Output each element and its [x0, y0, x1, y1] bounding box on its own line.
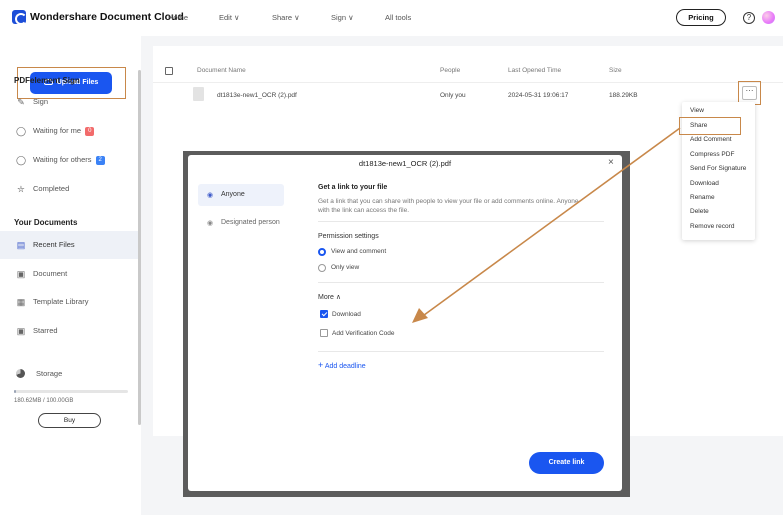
count-badge: 0 — [85, 127, 95, 136]
recent-files-icon: ▤ — [16, 240, 26, 250]
sidebar-item-label: Completed — [33, 184, 70, 193]
sidebar-item-waiting-for-me[interactable]: ◯ Waiting for me 0 — [0, 117, 138, 145]
file-size: 188.29KB — [609, 92, 638, 99]
sidebar-item-starred[interactable]: ▣ Starred — [0, 317, 138, 345]
sidebar-item-label: Document — [33, 269, 68, 278]
people-icon: ◯ — [16, 155, 27, 165]
sidebar-item-label: Starred — [33, 326, 58, 335]
buy-button[interactable]: Buy — [38, 413, 101, 428]
add-deadline-button[interactable]: + Add deadline — [318, 360, 366, 370]
verification-code-checkbox[interactable] — [320, 329, 328, 337]
pen-icon: ✎ — [17, 97, 25, 107]
tab-designated-person[interactable]: ◉ Designated person — [198, 212, 284, 234]
sidebar-item-sign[interactable]: ✎ Sign — [0, 88, 138, 116]
nav-edit[interactable]: Edit ∨ — [219, 13, 240, 22]
permission-heading: Permission settings — [318, 233, 379, 240]
sidebar-item-waiting-for-others[interactable]: ◯ Waiting for others 2 — [0, 146, 138, 174]
column-header-opened: Last Opened Time — [508, 67, 562, 74]
column-header-name: Document Name — [197, 67, 246, 74]
divider — [318, 221, 604, 222]
sign-section-title: PDFelement Sign — [14, 76, 80, 85]
link-heading: Get a link to your file — [318, 184, 388, 191]
menu-item-download[interactable]: Download — [690, 180, 719, 187]
divider — [318, 351, 604, 352]
sidebar-item-label: Recent Files — [33, 240, 75, 249]
close-icon[interactable]: × — [608, 157, 614, 168]
person-icon: ◉ — [207, 220, 214, 227]
radio-view-and-comment[interactable] — [318, 248, 326, 256]
download-checkbox[interactable] — [320, 310, 328, 318]
sidebar-item-template-library[interactable]: ▦ Template Library — [0, 288, 138, 316]
checkbox-label: Add Verification Code — [332, 330, 395, 337]
dialog-title: dt1813e-new1_OCR (2).pdf — [358, 159, 452, 168]
group-icon: ◉ — [207, 192, 214, 199]
nav-home[interactable]: Home — [168, 13, 188, 22]
pricing-button[interactable]: Pricing — [676, 9, 726, 26]
menu-item-send-signature[interactable]: Send For Signature — [690, 165, 746, 172]
sidebar-item-label: Sign — [33, 97, 49, 106]
template-icon: ▦ — [16, 297, 26, 307]
column-header-people: People — [440, 67, 461, 74]
pdf-file-icon — [193, 87, 204, 101]
shield-icon: ⛦ — [17, 184, 25, 194]
menu-item-delete[interactable]: Delete — [690, 208, 709, 215]
link-description: Get a link that you can share with peopl… — [318, 198, 579, 214]
docs-section-title: Your Documents — [14, 218, 78, 227]
radio-label: View and comment — [331, 248, 387, 255]
top-bar: Wondershare Document Cloud Home Edit ∨ S… — [0, 0, 783, 36]
sidebar-item-label: Waiting for others — [33, 155, 92, 164]
tab-label: Designated person — [221, 219, 280, 226]
storage-label: Storage — [36, 369, 63, 378]
menu-item-compress[interactable]: Compress PDF — [690, 151, 734, 158]
document-icon: ▣ — [16, 269, 26, 279]
file-people: Only you — [440, 92, 466, 99]
logo-icon — [12, 10, 27, 25]
storage-icon — [16, 369, 25, 378]
header-divider — [153, 82, 783, 83]
storage-bar-fill — [14, 390, 16, 393]
nav-share[interactable]: Share ∨ — [272, 13, 300, 22]
create-link-button[interactable]: Create link — [529, 452, 604, 474]
checkbox-label: Download — [332, 311, 361, 318]
app-title: Wondershare Document Cloud — [30, 11, 184, 23]
divider — [318, 282, 604, 283]
sidebar: Upload Files PDFelement Sign ✎ Sign ◯ Wa… — [0, 36, 141, 515]
menu-item-view[interactable]: View — [690, 107, 704, 114]
star-icon: ▣ — [16, 326, 26, 336]
plus-icon: + — [318, 360, 324, 370]
storage-bar — [14, 390, 128, 393]
share-dialog: dt1813e-new1_OCR (2).pdf × ◉ Anyone ◉ De… — [188, 155, 622, 491]
radio-label: Only view — [331, 264, 360, 271]
add-deadline-label: Add deadline — [324, 363, 366, 370]
sidebar-item-label-wrap: Waiting for me 0 — [33, 126, 95, 136]
sidebar-item-document[interactable]: ▣ Document — [0, 260, 138, 288]
tab-anyone[interactable]: ◉ Anyone — [198, 184, 284, 206]
share-highlight-box — [679, 117, 741, 135]
avatar[interactable] — [762, 11, 775, 24]
sidebar-item-recent-files[interactable]: ▤ Recent Files — [0, 231, 138, 259]
person-icon: ◯ — [16, 126, 27, 136]
menu-item-rename[interactable]: Rename — [690, 194, 715, 201]
column-header-size: Size — [609, 67, 622, 74]
more-toggle[interactable]: More ∧ — [318, 293, 341, 301]
tab-label: Anyone — [221, 191, 245, 198]
menu-item-add-comment[interactable]: Add Comment — [690, 136, 732, 143]
count-badge: 2 — [95, 156, 105, 165]
radio-only-view[interactable] — [318, 264, 326, 272]
menu-item-remove-record[interactable]: Remove record — [690, 223, 734, 230]
nav-all-tools[interactable]: All tools — [385, 13, 411, 22]
file-opened-time: 2024-05-31 19:06:17 — [508, 92, 569, 99]
select-all-checkbox[interactable] — [165, 67, 173, 75]
nav-sign[interactable]: Sign ∨ — [331, 13, 354, 22]
help-icon[interactable]: ? — [743, 12, 755, 24]
sidebar-item-label-wrap: Waiting for others 2 — [33, 155, 105, 165]
sidebar-item-completed[interactable]: ⛦ Completed — [0, 175, 138, 203]
file-name[interactable]: dt1813e-new1_OCR (2).pdf — [217, 92, 297, 99]
storage-usage-text: 180.62MB / 100.00GB — [14, 398, 74, 404]
sidebar-item-label: Waiting for me — [33, 126, 82, 135]
sidebar-item-label: Template Library — [33, 297, 89, 306]
